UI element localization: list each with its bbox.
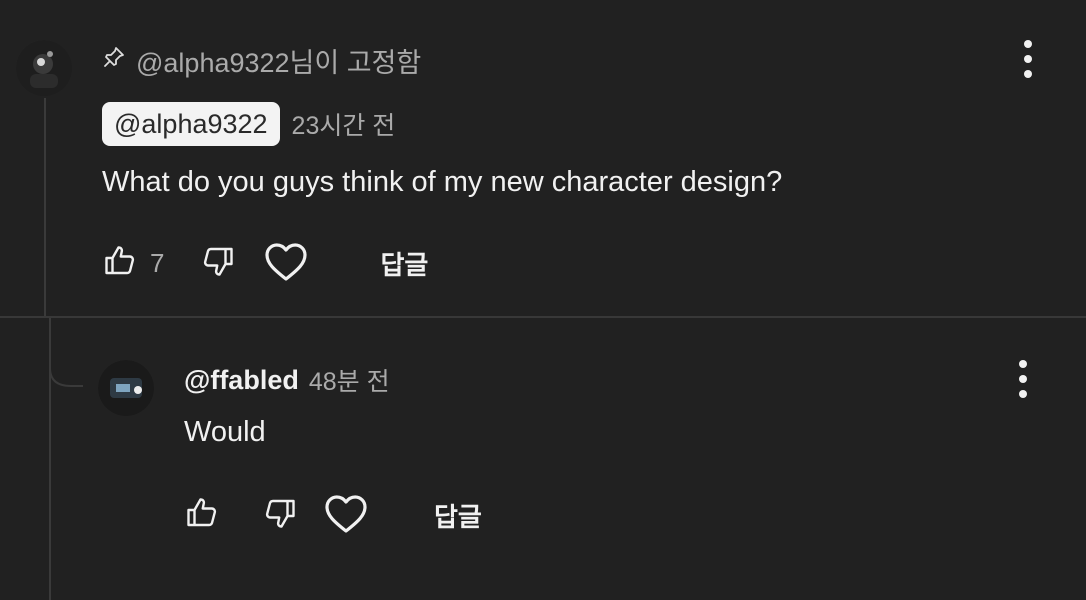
reply-more-vert-icon[interactable] <box>1008 356 1038 402</box>
like-button[interactable]: 7 <box>102 243 164 284</box>
comment-text: What do you guys think of my new charact… <box>102 166 783 198</box>
reply-dislike-button[interactable] <box>262 495 298 536</box>
thumbs-down-icon <box>262 495 298 536</box>
heart-icon <box>262 238 310 289</box>
reply-reply-button[interactable]: 답글 <box>434 497 482 534</box>
pin-icon <box>102 45 126 76</box>
pinned-label: @alpha9322님이 고정함 <box>136 47 422 78</box>
reply-button[interactable]: 답글 <box>380 245 428 282</box>
reply-time[interactable]: 48분 전 <box>309 362 390 398</box>
reply-header: @ffabled 48분 전 <box>184 362 390 398</box>
thread-line-top <box>44 98 46 316</box>
divider <box>0 316 1086 318</box>
like-count: 7 <box>150 247 165 278</box>
thread-connector-curve <box>49 350 83 387</box>
author-chip[interactable]: @alpha9322 <box>102 102 280 146</box>
heart-icon <box>322 490 370 541</box>
thumbs-up-icon <box>184 495 220 536</box>
thumbs-down-icon <box>200 243 236 284</box>
reply-like-button[interactable] <box>184 495 220 536</box>
comment-thread: @alpha9322님이 고정함 @alpha9322 23시간 전 What … <box>0 0 1086 600</box>
reply-actions: 답글 <box>184 492 482 538</box>
reply-text: Would <box>184 416 266 448</box>
thumbs-up-icon <box>102 243 138 284</box>
reply-avatar[interactable] <box>98 360 154 416</box>
pinned-indicator: @alpha9322님이 고정함 <box>102 42 421 78</box>
more-vert-icon[interactable] <box>1013 36 1043 82</box>
heart-button[interactable] <box>262 238 310 289</box>
comment-header: @alpha9322 23시간 전 <box>102 102 395 146</box>
comment-actions: 7 답글 <box>102 240 428 286</box>
comment-time[interactable]: 23시간 전 <box>292 106 396 142</box>
avatar[interactable] <box>16 40 72 96</box>
reply-author[interactable]: @ffabled <box>184 365 299 396</box>
dislike-button[interactable] <box>200 243 236 284</box>
reply-heart-button[interactable] <box>322 490 370 541</box>
